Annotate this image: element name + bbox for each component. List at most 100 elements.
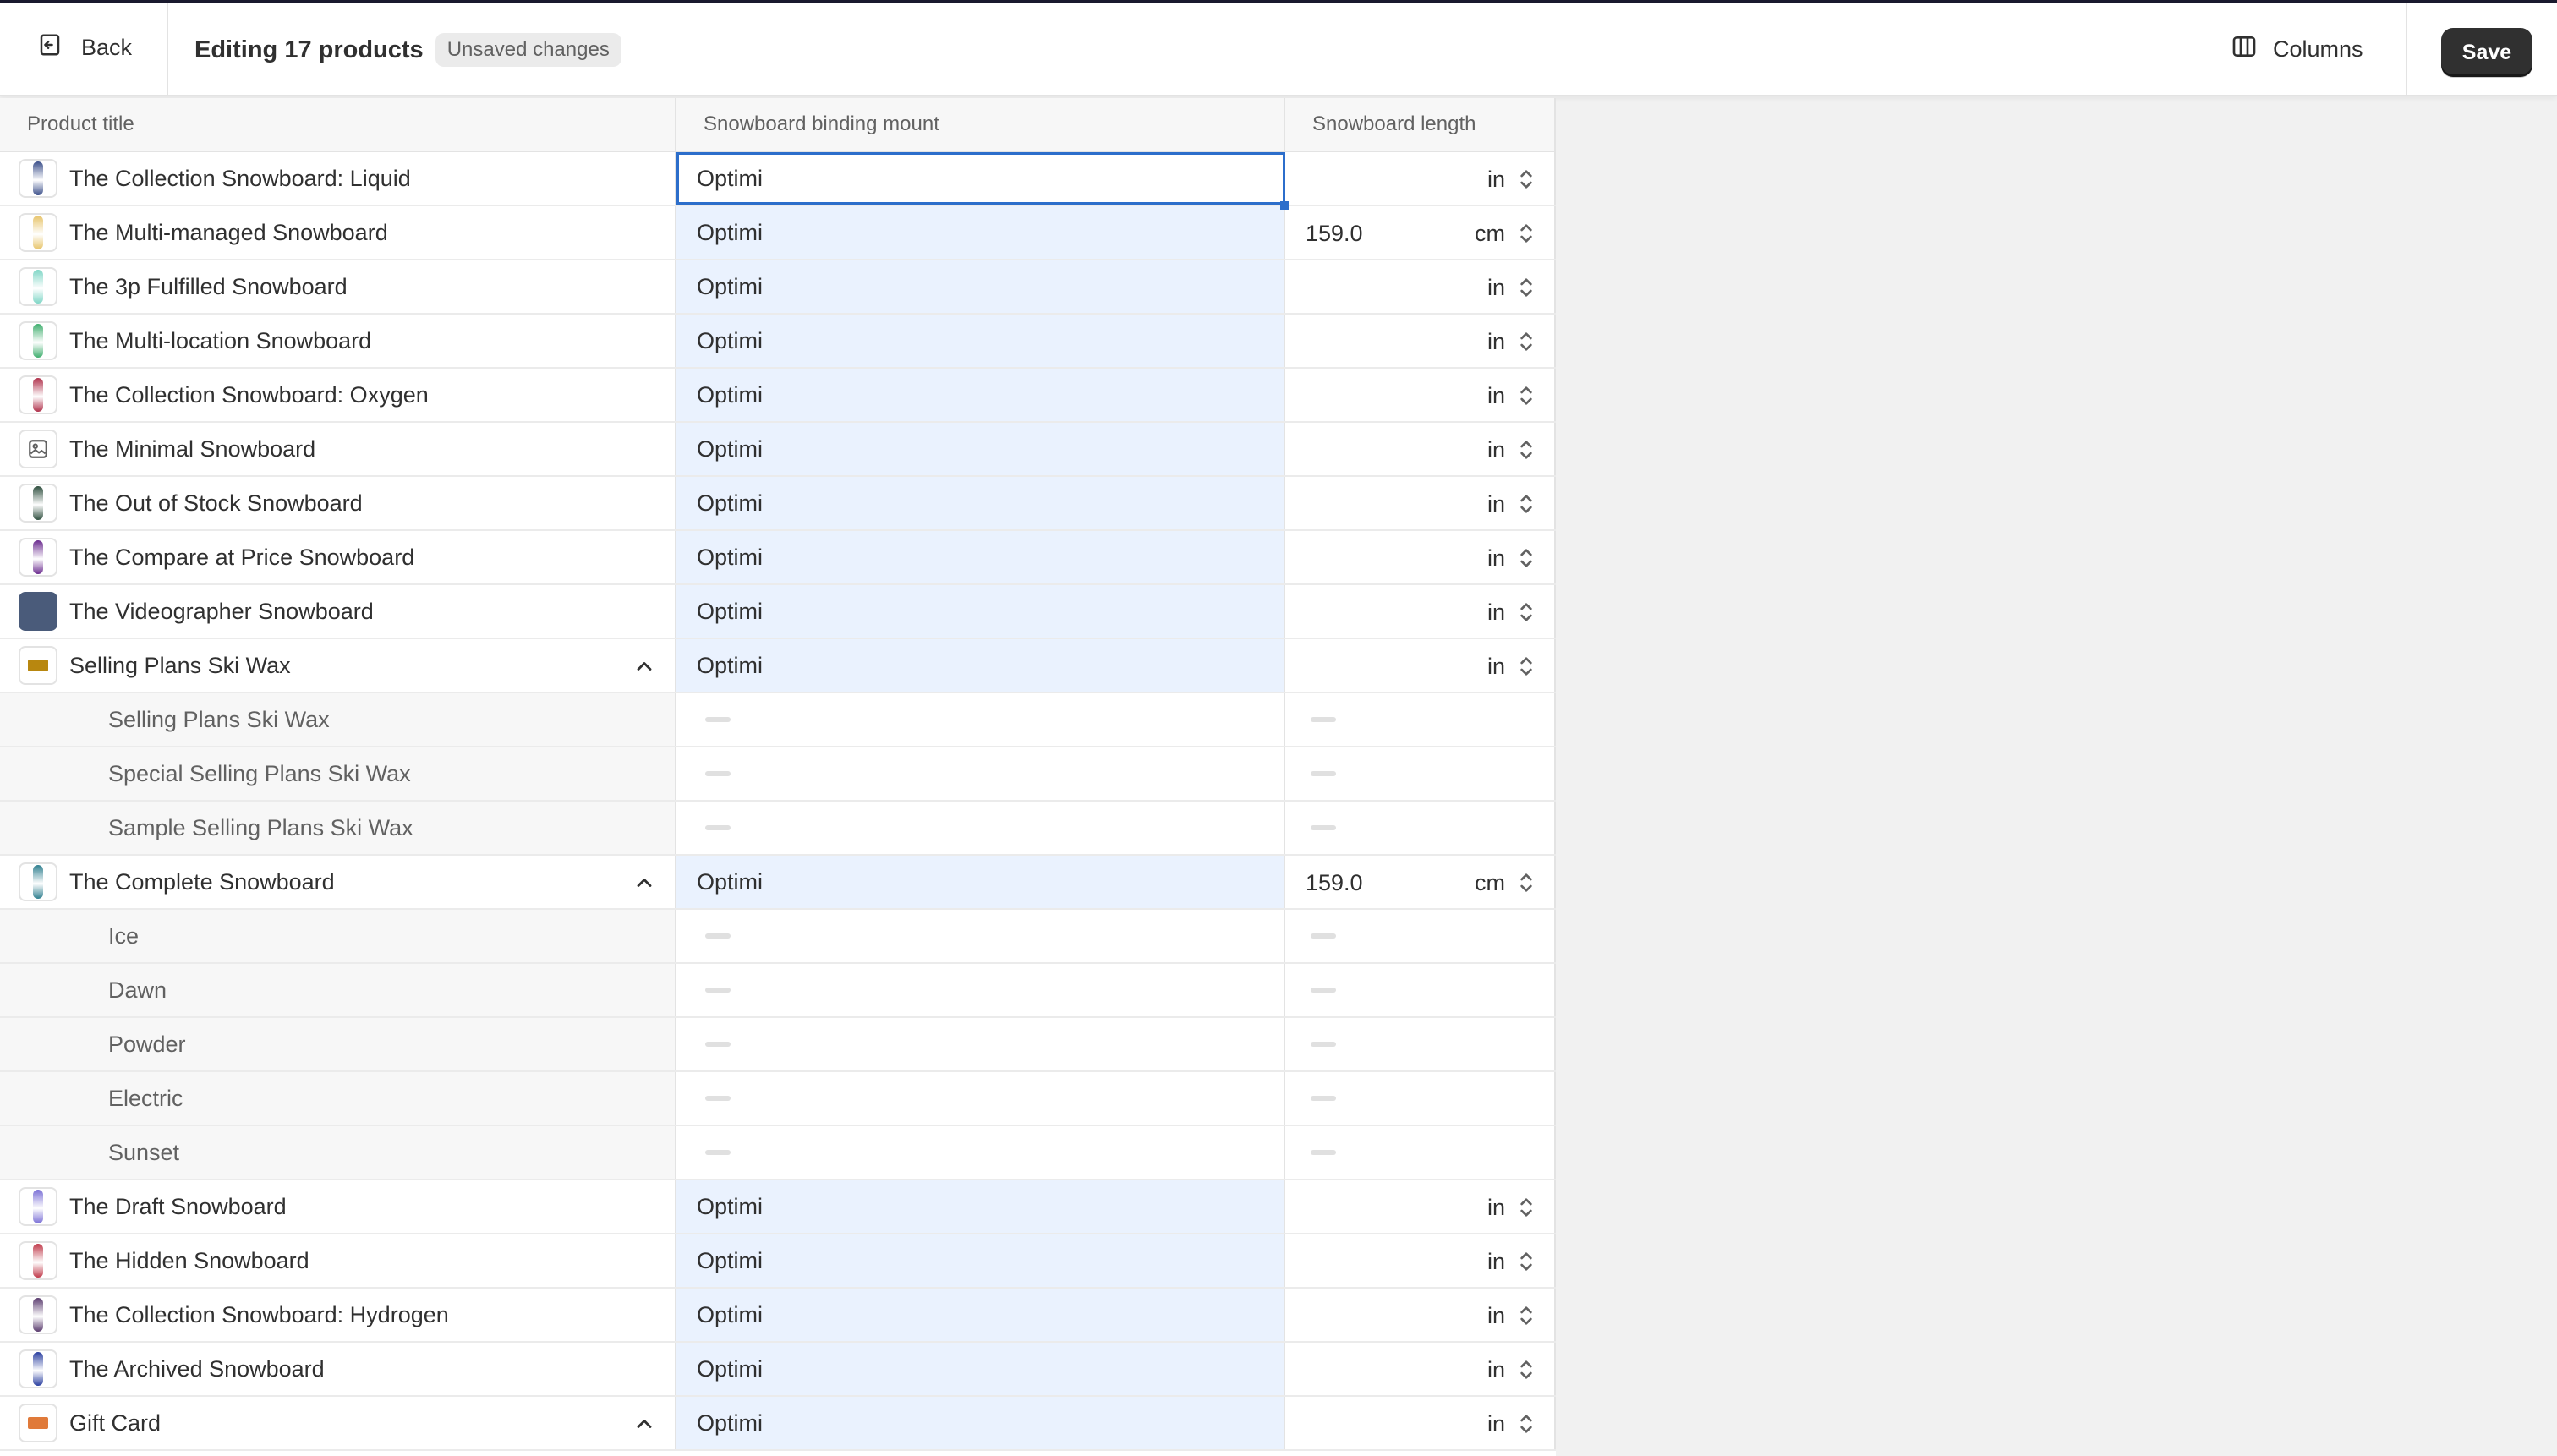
save-button[interactable]: Save xyxy=(2441,28,2532,77)
unit-select-icon[interactable] xyxy=(1517,220,1536,247)
binding-mount-cell[interactable]: Optimi xyxy=(676,260,1285,313)
product-title-cell[interactable]: The Multi-managed Snowboard xyxy=(0,206,676,259)
chevron-up-icon[interactable] xyxy=(632,1412,656,1436)
binding-mount-cell[interactable]: Optimi xyxy=(676,477,1285,529)
unit-select-icon[interactable] xyxy=(1517,382,1536,409)
binding-mount-cell[interactable]: Optimi xyxy=(676,152,1289,210)
fill-handle[interactable] xyxy=(1280,201,1289,210)
unit-select-icon[interactable] xyxy=(1517,599,1536,626)
length-unit: in xyxy=(1487,436,1505,463)
unit-select-icon[interactable] xyxy=(1517,869,1536,896)
product-title-cell[interactable]: Powder xyxy=(0,1018,676,1070)
back-button[interactable]: Back xyxy=(20,20,147,74)
table-row: The Multi-managed Snowboard Optimi 159.0 cm xyxy=(0,206,1556,260)
binding-mount-cell[interactable]: Optimi xyxy=(676,585,1285,638)
product-thumbnail xyxy=(19,213,57,252)
product-title-cell[interactable]: Dawn xyxy=(0,964,676,1016)
product-title-cell[interactable]: The Videographer Snowboard xyxy=(0,585,676,638)
unsaved-badge: Unsaved changes xyxy=(435,33,621,67)
chevron-up-icon[interactable] xyxy=(632,654,656,678)
product-title-cell[interactable]: Electric xyxy=(0,1072,676,1125)
length-cell[interactable]: in xyxy=(1285,1180,1556,1233)
variant-title: Sunset xyxy=(108,1139,180,1165)
product-title-cell[interactable]: The Collection Snowboard: Hydrogen xyxy=(0,1289,676,1341)
length-cell[interactable]: in xyxy=(1285,1397,1556,1449)
product-title-cell[interactable]: The Complete Snowboard xyxy=(0,856,676,908)
product-title-cell[interactable]: Special Selling Plans Ski Wax xyxy=(0,747,676,800)
product-title-cell[interactable]: The Collection Snowboard: Liquid xyxy=(0,152,676,205)
variant-row: Selling Plans Ski Wax xyxy=(0,693,1556,747)
binding-mount-cell[interactable]: Optimi xyxy=(676,423,1285,475)
table-row: Gift Card Optimi in xyxy=(0,1397,1556,1451)
product-title-cell[interactable]: Selling Plans Ski Wax xyxy=(0,693,676,746)
column-header-binding-mount[interactable]: Snowboard binding mount xyxy=(676,98,1285,151)
column-header-product-title[interactable]: Product title xyxy=(0,98,676,151)
length-cell[interactable]: in xyxy=(1285,260,1556,313)
unit-select-icon[interactable] xyxy=(1517,328,1536,355)
binding-mount-cell[interactable]: Optimi xyxy=(676,206,1285,259)
binding-mount-cell[interactable]: Optimi xyxy=(676,369,1285,421)
unit-select-icon[interactable] xyxy=(1517,166,1536,193)
length-cell[interactable]: in xyxy=(1285,1343,1556,1395)
length-cell[interactable]: in xyxy=(1285,315,1556,367)
length-value[interactable]: 159.0 xyxy=(1306,856,1363,910)
unit-select-icon[interactable] xyxy=(1517,436,1536,463)
binding-mount-cell[interactable]: Optimi xyxy=(676,1180,1285,1233)
product-title-cell[interactable]: Sample Selling Plans Ski Wax xyxy=(0,802,676,854)
length-cell xyxy=(1285,910,1556,962)
binding-mount-cell xyxy=(676,1072,1285,1125)
unit-select-icon[interactable] xyxy=(1517,490,1536,517)
unit-select-icon[interactable] xyxy=(1517,1194,1536,1221)
product-title-cell[interactable]: The Archived Snowboard xyxy=(0,1343,676,1395)
unit-select-icon[interactable] xyxy=(1517,1248,1536,1275)
binding-mount-cell[interactable]: Optimi xyxy=(676,315,1285,367)
length-cell[interactable]: in xyxy=(1285,423,1556,475)
column-header-length[interactable]: Snowboard length xyxy=(1285,98,1556,151)
length-cell[interactable]: in xyxy=(1285,531,1556,583)
length-cell[interactable]: in xyxy=(1285,152,1556,205)
length-cell[interactable]: in xyxy=(1285,1289,1556,1341)
length-cell xyxy=(1285,964,1556,1016)
length-cell[interactable]: 159.0 cm xyxy=(1285,856,1556,908)
unit-select-icon[interactable] xyxy=(1517,274,1536,301)
binding-mount-cell[interactable]: Optimi xyxy=(676,1343,1285,1395)
unit-select-icon[interactable] xyxy=(1517,545,1536,572)
product-title-cell[interactable]: The Multi-location Snowboard xyxy=(0,315,676,367)
variant-row: Sample Selling Plans Ski Wax xyxy=(0,802,1556,856)
length-cell[interactable]: 159.0 cm xyxy=(1285,206,1556,259)
binding-mount-cell[interactable]: Optimi xyxy=(676,531,1285,583)
columns-button[interactable]: Columns xyxy=(2215,22,2401,76)
product-title-cell[interactable]: Ice xyxy=(0,910,676,962)
product-thumbnail xyxy=(19,159,57,198)
empty-value-dash xyxy=(705,825,731,830)
length-cell[interactable]: in xyxy=(1285,585,1556,638)
product-title-cell[interactable]: Sunset xyxy=(0,1126,676,1179)
binding-mount-cell[interactable]: Optimi xyxy=(676,1397,1285,1449)
unit-select-icon[interactable] xyxy=(1517,653,1536,680)
unit-select-icon[interactable] xyxy=(1517,1302,1536,1329)
binding-mount-cell[interactable]: Optimi xyxy=(676,639,1285,692)
product-title-cell[interactable]: Selling Plans Ski Wax xyxy=(0,639,676,692)
unit-select-icon[interactable] xyxy=(1517,1356,1536,1383)
binding-mount-cell[interactable]: Optimi xyxy=(676,1289,1285,1341)
product-title-cell[interactable]: The Hidden Snowboard xyxy=(0,1234,676,1287)
product-title-cell[interactable]: The Compare at Price Snowboard xyxy=(0,531,676,583)
binding-mount-cell[interactable]: Optimi xyxy=(676,1234,1285,1287)
grid-header-row: Product title Snowboard binding mount Sn… xyxy=(0,98,1556,152)
product-thumbnail xyxy=(19,1295,57,1334)
product-title-cell[interactable]: The Out of Stock Snowboard xyxy=(0,477,676,529)
product-title-cell[interactable]: The Draft Snowboard xyxy=(0,1180,676,1233)
binding-mount-cell[interactable]: Optimi xyxy=(676,856,1285,908)
product-title-cell[interactable]: Gift Card xyxy=(0,1397,676,1449)
product-title-cell[interactable]: The Minimal Snowboard xyxy=(0,423,676,475)
chevron-up-icon[interactable] xyxy=(632,871,656,895)
length-cell[interactable]: in xyxy=(1285,639,1556,692)
length-cell[interactable]: in xyxy=(1285,477,1556,529)
unit-select-icon[interactable] xyxy=(1517,1410,1536,1437)
length-cell[interactable]: in xyxy=(1285,1234,1556,1287)
length-cell[interactable]: in xyxy=(1285,369,1556,421)
length-value[interactable]: 159.0 xyxy=(1306,206,1363,260)
product-title-cell[interactable]: The 3p Fulfilled Snowboard xyxy=(0,260,676,313)
product-title-cell[interactable]: The Collection Snowboard: Oxygen xyxy=(0,369,676,421)
binding-mount-value: Optimi xyxy=(697,165,764,191)
